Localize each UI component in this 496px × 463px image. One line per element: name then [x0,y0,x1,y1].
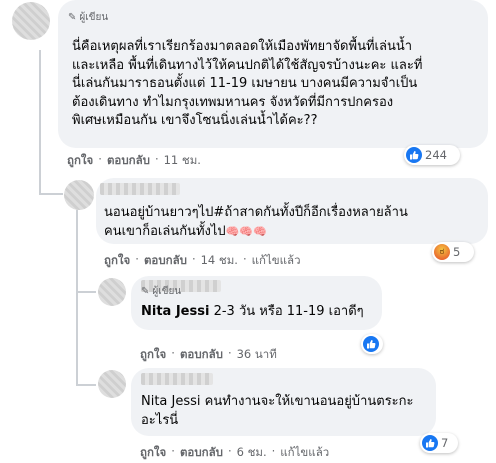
like-link[interactable]: ถูกใจ [67,152,93,170]
comment-text-4: Nita Jessi คนทำงานจะให้เขานอนอยู่บ้านตระ… [141,394,414,428]
like-icon [422,435,438,451]
reaction-badge-3[interactable] [361,334,383,354]
timestamp[interactable]: 11 ชม. [164,152,201,170]
comment-text-2: นอนอยู่บ้านยาวๆไป#ถ้าสาดกันทั้งปีก็อีกเร… [104,205,408,239]
comment-bubble-3: ✎ ผู้เขียน Nita Jessi 2-3 วัน หรือ 11-19… [131,276,382,330]
comment-actions-4: ถูกใจ · ตอบกลับ · 6 ชม. · แก้ไขแล้ว [140,444,329,462]
thread-line-nested-curve-2 [76,384,96,386]
like-icon [406,147,422,163]
pencil-icon: ✎ [68,12,77,23]
avatar[interactable] [12,2,50,40]
reaction-badge-4[interactable]: 7 [420,433,458,453]
timestamp[interactable]: 36 นาที [237,346,277,364]
reply-link[interactable]: ตอบกลับ [144,252,187,270]
mention-link[interactable]: Nita Jessi [141,394,201,409]
comment-bubble-2: นอนอยู่บ้านยาวๆไป#ถ้าสาดกันทั้งปีก็อีกเร… [96,178,488,244]
timestamp[interactable]: 6 ชม. [237,444,267,462]
thread-line-curve [39,193,63,195]
comment-actions-2: ถูกใจ · ตอบกลับ · 14 ชม. · แก้ไขแล้ว [104,252,301,270]
thread-line-nested [76,210,78,385]
avatar[interactable] [98,278,126,306]
edited-tag: แก้ไขแล้ว [280,445,330,459]
like-link[interactable]: ถูกใจ [104,252,130,270]
avatar[interactable] [98,370,126,398]
author-badge: ✎ ผู้เขียน [141,286,182,297]
mention-link[interactable]: Nita Jessi [141,304,209,319]
reply-link[interactable]: ตอบกลับ [107,152,150,170]
comment-bubble-4: Nita Jessi คนทำงานจะให้เขานอนอยู่บ้านตระ… [131,368,436,436]
pencil-icon: ✎ [141,286,150,297]
edited-tag: แก้ไขแล้ว [251,253,301,267]
author-name-blurred[interactable] [141,373,213,385]
angry-icon: ಠ [434,244,450,260]
author-badge: ✎ ผู้เขียน [68,12,109,23]
comment-actions-1: ถูกใจ · ตอบกลับ · 11 ชม. [67,152,201,170]
like-link[interactable]: ถูกใจ [140,444,166,462]
reply-link[interactable]: ตอบกลับ [180,444,223,462]
comment-bubble-1: ✎ ผู้เขียน นี่คือเหตุผลที่เราเรียกร้องมา… [58,0,488,148]
like-link[interactable]: ถูกใจ [140,346,166,364]
avatar[interactable] [64,180,94,210]
like-icon [363,336,379,352]
reaction-badge-2[interactable]: ಠ 5 [432,242,474,262]
reaction-badge-1[interactable]: 244 [404,145,460,165]
comment-text-1: นี่คือเหตุผลที่เราเรียกร้องมาตลอดให้เมือ… [72,39,423,128]
thread-line-nested-curve-1 [76,291,96,293]
comment-text-3: Nita Jessi 2-3 วัน หรือ 11-19 เอาดีๆ [141,304,364,319]
thread-line-main [39,50,41,193]
timestamp[interactable]: 14 ชม. [201,252,238,270]
brain-emoji: 🧠🧠🧠 [225,224,267,238]
reply-link[interactable]: ตอบกลับ [180,346,223,364]
author-name-blurred[interactable] [100,183,180,195]
comment-actions-3: ถูกใจ · ตอบกลับ · 36 นาที [140,346,277,364]
